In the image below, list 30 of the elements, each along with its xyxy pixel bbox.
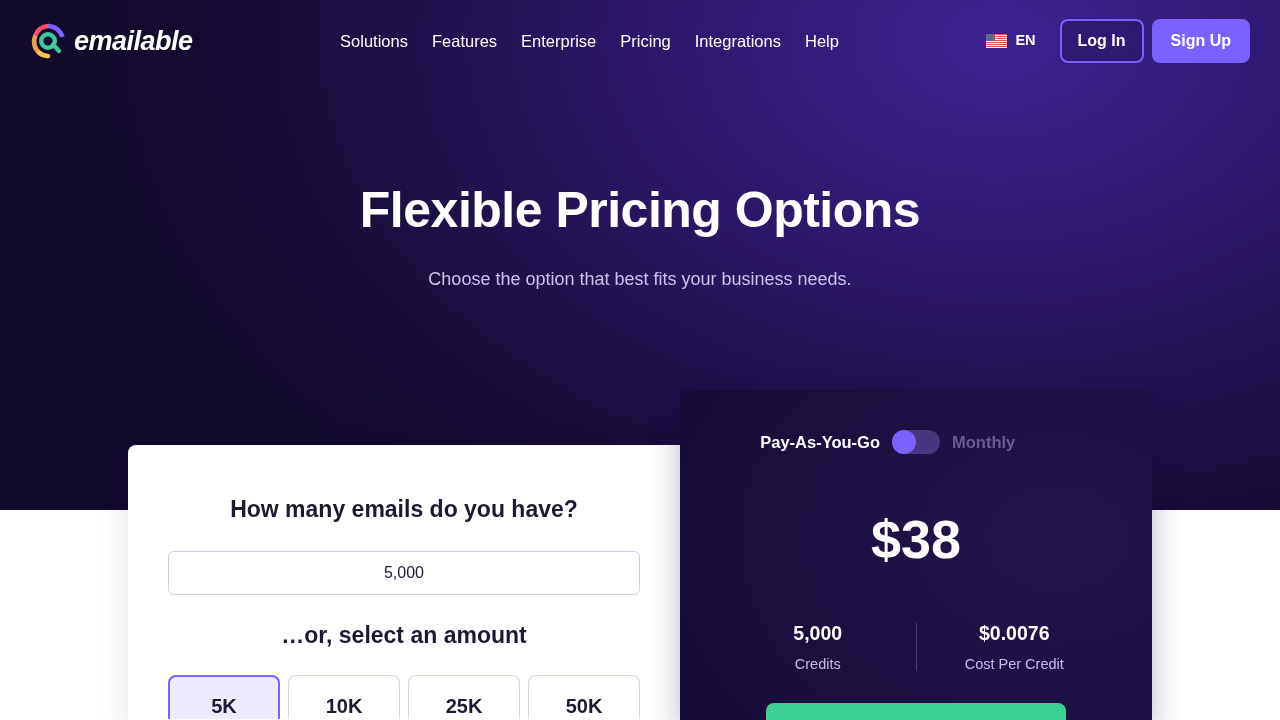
page-subtitle: Choose the option that best fits your business needs.	[427, 268, 853, 291]
login-button[interactable]: Log In	[1059, 19, 1144, 63]
nav-link[interactable]: Pricing	[620, 28, 671, 54]
amount-option[interactable]: 25K	[408, 675, 520, 720]
nav-link[interactable]: Help	[804, 28, 839, 54]
stat-label: Cost Per Credit	[963, 655, 1065, 674]
action-button[interactable]	[766, 702, 1066, 720]
price-amount: $38	[869, 511, 963, 566]
email-count-field[interactable]: 5,000	[168, 550, 640, 595]
amount-option[interactable]: 10K	[288, 675, 400, 720]
nav-link[interactable]: Integrations	[694, 28, 781, 54]
nav-link[interactable]: Enterprise	[521, 28, 597, 54]
stat-value: 5,000	[792, 620, 844, 646]
panel-heading: How many emails do you have?	[229, 496, 579, 524]
billing-label: Monthly	[952, 432, 1017, 453]
amount-option[interactable]: 50K	[528, 675, 640, 720]
stat-value: $0.0076	[978, 620, 1051, 646]
billing-toggle[interactable]	[892, 430, 940, 455]
stat-label: Credits	[793, 655, 842, 674]
logo-icon	[30, 23, 66, 59]
signup-button[interactable]: Sign Up	[1151, 19, 1250, 63]
nav-link[interactable]: Solutions	[340, 28, 408, 54]
nav-link[interactable]: Features	[431, 28, 498, 54]
flag-icon	[986, 34, 1008, 48]
billing-label: Pay-As-You-Go	[759, 432, 880, 453]
panel-heading: …or, select an amount	[280, 621, 528, 650]
page-title: Flexible Pricing Options	[358, 181, 922, 240]
amount-option[interactable]: 5K	[168, 675, 280, 720]
language-selector[interactable]: EN	[986, 30, 1036, 52]
brand-name[interactable]: emailable	[74, 20, 193, 62]
